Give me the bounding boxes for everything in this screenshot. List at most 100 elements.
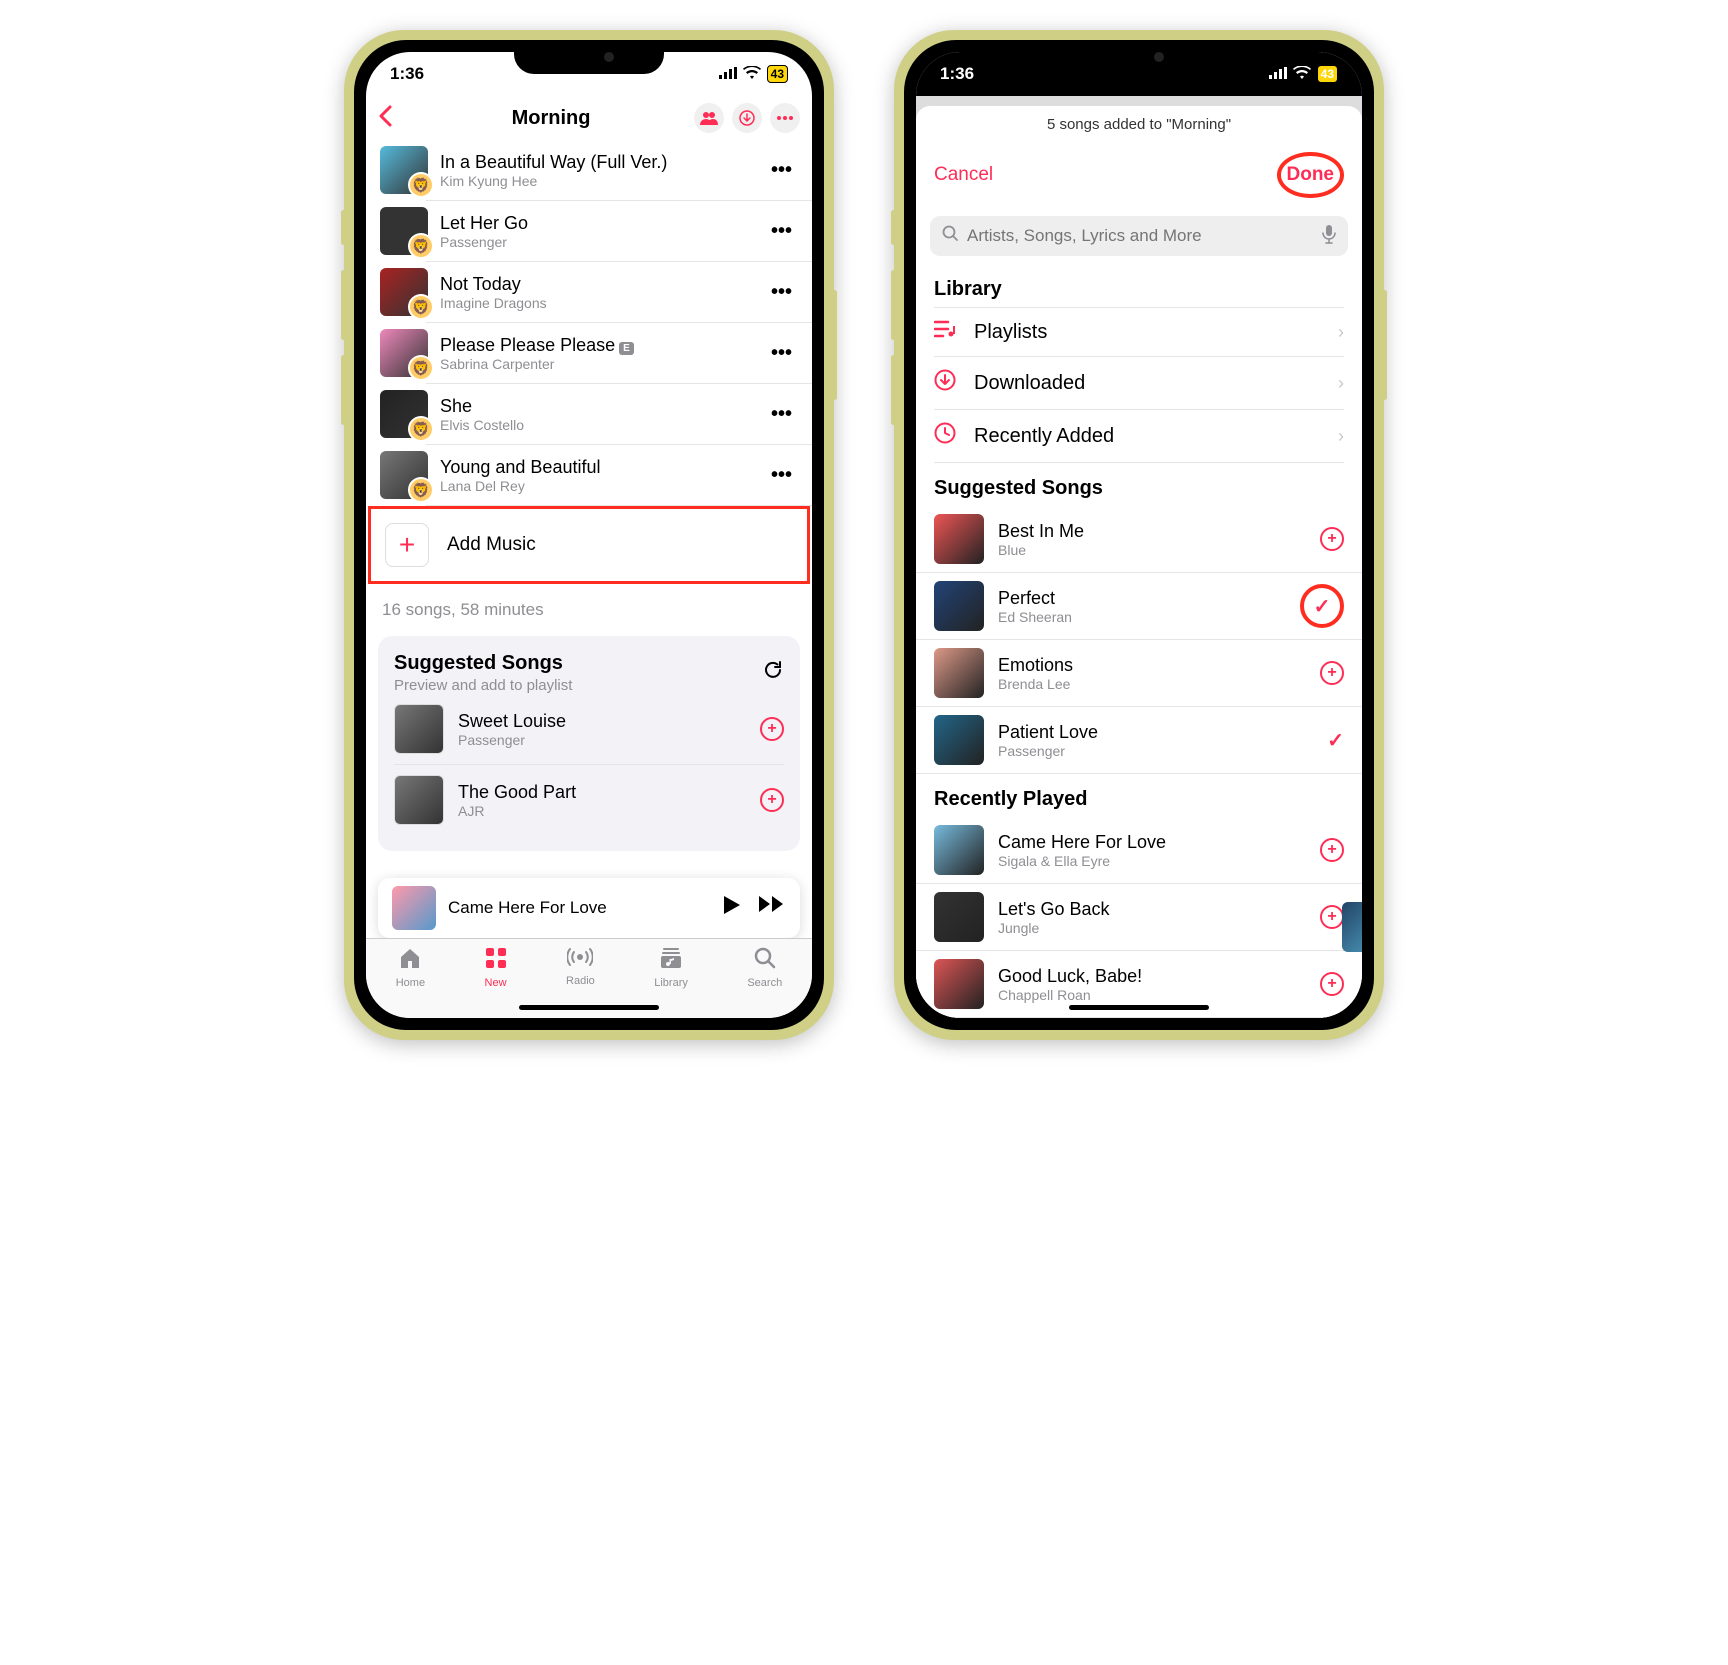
- add-song-button[interactable]: +: [760, 788, 784, 812]
- cellular-icon: [719, 64, 737, 84]
- home-indicator[interactable]: [1069, 1005, 1209, 1010]
- library-row-playlists[interactable]: Playlists ›: [934, 307, 1344, 357]
- cancel-button[interactable]: Cancel: [934, 164, 993, 186]
- song-row[interactable]: 🦁 Please Please PleaseE Sabrina Carpente…: [426, 323, 812, 384]
- page-title: Morning: [416, 107, 686, 130]
- library-icon: [934, 422, 960, 450]
- library-header: Library: [916, 264, 1362, 307]
- song-row[interactable]: 🦁 Not Today Imagine Dragons •••: [426, 262, 812, 323]
- suggested-subtitle: Preview and add to playlist: [394, 677, 572, 694]
- song-more-button[interactable]: •••: [765, 281, 798, 304]
- search-icon: [942, 225, 959, 247]
- song-title: Young and Beautiful: [440, 457, 753, 478]
- add-song-button[interactable]: +: [1320, 972, 1344, 996]
- user-avatar-icon: 🦁: [408, 355, 434, 381]
- song-row[interactable]: Perfect Ed Sheeran ✓: [916, 573, 1362, 640]
- song-more-button[interactable]: •••: [765, 220, 798, 243]
- done-button[interactable]: Done: [1287, 164, 1335, 185]
- song-title: Emotions: [998, 655, 1306, 676]
- user-avatar-icon: 🦁: [408, 416, 434, 442]
- recent-header: Recently Played: [916, 774, 1362, 817]
- library-row-downloaded[interactable]: Downloaded ›: [934, 357, 1344, 410]
- tab-new[interactable]: New: [485, 947, 507, 989]
- tab-search[interactable]: Search: [747, 947, 782, 989]
- library-label: Downloaded: [974, 372, 1324, 395]
- explicit-badge: E: [619, 342, 634, 355]
- song-row[interactable]: 🦁 Let Her Go Passenger •••: [426, 201, 812, 262]
- now-playing-art: [392, 886, 436, 930]
- album-art: [934, 514, 984, 564]
- tab-radio[interactable]: Radio: [566, 947, 595, 987]
- search-input[interactable]: [967, 226, 1314, 246]
- now-playing-title: Came Here For Love: [448, 898, 710, 918]
- now-playing-bar[interactable]: Came Here For Love: [378, 878, 800, 938]
- song-row[interactable]: 🦁 She Elvis Costello •••: [426, 384, 812, 445]
- song-more-button[interactable]: •••: [765, 159, 798, 182]
- song-title: Let's Go Back: [998, 899, 1306, 920]
- song-row[interactable]: Let's Go Back Jungle +: [916, 884, 1362, 951]
- song-row[interactable]: 🦁 In a Beautiful Way (Full Ver.) Kim Kyu…: [426, 140, 812, 201]
- chevron-right-icon: ›: [1338, 426, 1344, 447]
- suggested-title: Suggested Songs: [394, 652, 572, 675]
- song-title: Perfect: [998, 588, 1286, 609]
- search-icon: [754, 947, 776, 975]
- more-button[interactable]: [770, 103, 800, 133]
- song-artist: Passenger: [458, 732, 746, 748]
- add-song-button[interactable]: +: [1320, 527, 1344, 551]
- back-button[interactable]: [378, 105, 408, 132]
- home-indicator[interactable]: [519, 1005, 659, 1010]
- song-row[interactable]: Patient Love Passenger ✓: [916, 707, 1362, 774]
- user-avatar-icon: 🦁: [408, 172, 434, 198]
- add-song-button[interactable]: +: [1320, 838, 1344, 862]
- library-row-recently-added[interactable]: Recently Added ›: [934, 410, 1344, 463]
- song-title: Not Today: [440, 274, 753, 295]
- song-artist: Lana Del Rey: [440, 478, 753, 494]
- notch: [514, 40, 664, 74]
- add-song-button[interactable]: +: [760, 717, 784, 741]
- status-message: 5 songs added to "Morning": [916, 106, 1362, 142]
- album-art: [934, 825, 984, 875]
- song-artist: Sigala & Ella Eyre: [998, 853, 1306, 869]
- chevron-right-icon: ›: [1338, 322, 1344, 343]
- song-row[interactable]: Came Here For Love Sigala & Ella Eyre +: [916, 817, 1362, 884]
- song-title: The Good Part: [458, 782, 746, 803]
- library-icon: [660, 947, 682, 975]
- library-label: Playlists: [974, 321, 1324, 344]
- song-title: Please Please PleaseE: [440, 335, 753, 356]
- library-icon: [934, 320, 960, 344]
- suggested-row[interactable]: The Good Part AJR +: [394, 765, 784, 835]
- library-label: Recently Added: [974, 425, 1324, 448]
- grid-icon: [485, 947, 507, 975]
- add-song-button[interactable]: +: [1320, 661, 1344, 685]
- song-row[interactable]: Emotions Brenda Lee +: [916, 640, 1362, 707]
- song-title: Let Her Go: [440, 213, 753, 234]
- song-row[interactable]: 🦁 Young and Beautiful Lana Del Rey •••: [426, 445, 812, 506]
- song-artist: Passenger: [998, 743, 1313, 759]
- checkmark-icon[interactable]: ✓: [1314, 594, 1331, 619]
- tab-home[interactable]: Home: [396, 947, 425, 989]
- song-more-button[interactable]: •••: [765, 403, 798, 426]
- tab-library[interactable]: Library: [654, 947, 688, 989]
- play-button[interactable]: [722, 894, 742, 922]
- forward-button[interactable]: [758, 894, 786, 922]
- song-artist: Elvis Costello: [440, 417, 753, 433]
- download-button[interactable]: [732, 103, 762, 133]
- suggested-header: Suggested Songs: [916, 463, 1362, 506]
- song-title: Patient Love: [998, 722, 1313, 743]
- mic-icon[interactable]: [1322, 224, 1336, 249]
- suggested-card: Suggested Songs Preview and add to playl…: [378, 636, 800, 851]
- wifi-icon: [743, 64, 761, 84]
- add-music-button[interactable]: + Add Music: [368, 506, 810, 584]
- search-field[interactable]: [930, 216, 1348, 256]
- collaborators-button[interactable]: [694, 103, 724, 133]
- song-more-button[interactable]: •••: [765, 342, 798, 365]
- suggested-row[interactable]: Sweet Louise Passenger +: [394, 694, 784, 765]
- song-title: Good Luck, Babe!: [998, 966, 1306, 987]
- refresh-button[interactable]: [762, 659, 784, 687]
- checkmark-icon[interactable]: ✓: [1327, 728, 1344, 753]
- cellular-icon: [1269, 64, 1287, 84]
- song-more-button[interactable]: •••: [765, 464, 798, 487]
- song-row[interactable]: Best In Me Blue +: [916, 506, 1362, 573]
- add-song-button[interactable]: +: [1320, 905, 1344, 929]
- radio-icon: [567, 947, 593, 973]
